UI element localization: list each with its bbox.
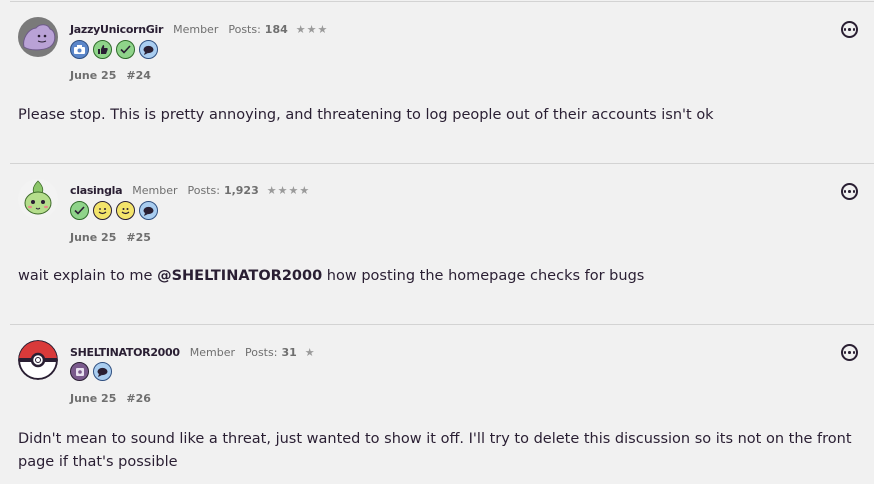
post-body: Didn't mean to sound like a threat, just… <box>18 431 852 470</box>
post-date[interactable]: June 25 <box>70 69 116 82</box>
posts-count: 31 <box>281 346 297 359</box>
rank-stars: ★★★★ <box>266 184 311 197</box>
check-badge-icon[interactable] <box>116 40 135 59</box>
post-meta: June 25 #26 <box>70 392 151 405</box>
top-divider <box>10 1 874 2</box>
smile-badge-icon[interactable] <box>116 201 135 220</box>
comment-badge-icon[interactable] <box>139 201 158 220</box>
post-body: wait explain to me @SHELTINATOR2000 how … <box>18 265 863 288</box>
post-date[interactable]: June 25 <box>70 231 116 244</box>
author-line: JazzyUnicornGir Member Posts: 184 ★★★ <box>70 23 328 36</box>
avatar[interactable] <box>18 17 58 57</box>
badge-list <box>70 201 158 220</box>
post-body-text: how posting the homepage checks for bugs <box>322 268 645 284</box>
post-body: Please stop. This is pretty annoying, an… <box>18 107 714 123</box>
post-number[interactable]: #25 <box>126 231 151 244</box>
user-mention-link[interactable]: @SHELTINATOR2000 <box>157 268 322 284</box>
check-badge-icon[interactable] <box>70 201 89 220</box>
author-line: SHELTINATOR2000 Member Posts: 31 ★ <box>70 346 316 359</box>
post-divider <box>10 163 874 164</box>
options-menu-icon[interactable] <box>841 183 858 200</box>
options-menu-icon[interactable] <box>841 344 858 361</box>
rank-stars: ★★★ <box>295 23 329 36</box>
options-menu-icon[interactable] <box>841 21 858 38</box>
wink-badge-icon[interactable] <box>93 201 112 220</box>
post-body-text: wait explain to me <box>18 268 158 284</box>
post-date[interactable]: June 25 <box>70 392 116 405</box>
posts-label: Posts: <box>187 184 220 197</box>
avatar[interactable] <box>18 179 58 219</box>
author-role: Member <box>132 184 178 197</box>
posts-count: 1,923 <box>223 184 259 197</box>
post-meta: June 25 #25 <box>70 231 151 244</box>
author-name[interactable]: clasingla <box>70 184 123 197</box>
comment-badge-icon[interactable] <box>139 40 158 59</box>
rank-stars: ★ <box>304 346 316 359</box>
post-meta: June 25 #24 <box>70 69 151 82</box>
post-divider <box>10 324 874 325</box>
posts-count: 184 <box>264 23 288 36</box>
first-post-badge-icon[interactable] <box>70 362 89 381</box>
post-number[interactable]: #24 <box>126 69 151 82</box>
comment-badge-icon[interactable] <box>93 362 112 381</box>
author-role: Member <box>173 23 219 36</box>
author-line: clasingla Member Posts: 1,923 ★★★★ <box>70 184 310 197</box>
post-number[interactable]: #26 <box>126 392 151 405</box>
posts-label: Posts: <box>244 346 278 359</box>
posts-label: Posts: <box>228 23 261 36</box>
thumbs-up-badge-icon[interactable] <box>93 40 112 59</box>
badge-list <box>70 362 112 381</box>
author-name[interactable]: SHELTINATOR2000 <box>70 346 180 359</box>
badge-list <box>70 40 158 59</box>
avatar[interactable] <box>18 340 58 380</box>
author-role: Member <box>189 346 235 359</box>
camera-badge-icon[interactable] <box>70 40 89 59</box>
author-name[interactable]: JazzyUnicornGir <box>70 23 163 36</box>
